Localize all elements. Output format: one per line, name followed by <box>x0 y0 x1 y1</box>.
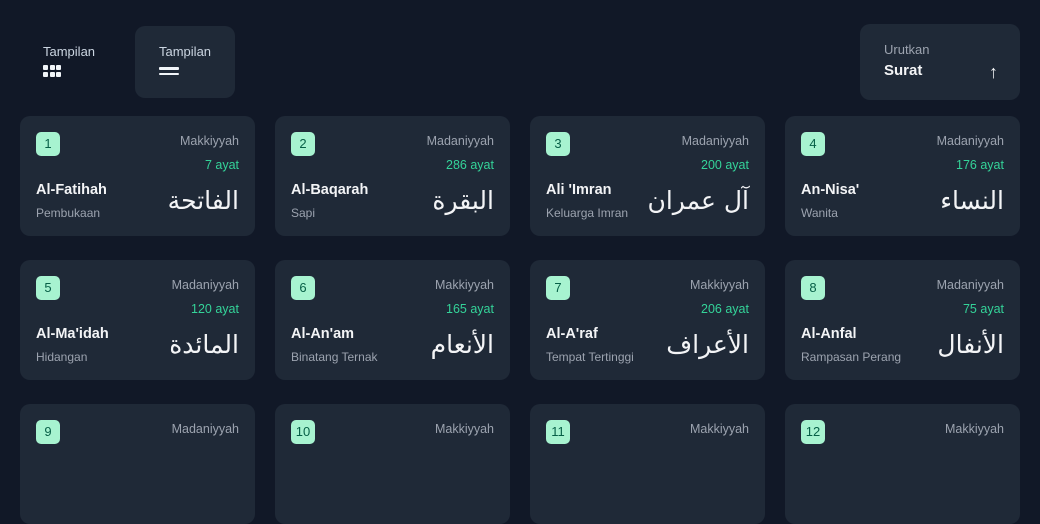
surah-number-badge: 10 <box>291 420 315 444</box>
surah-card[interactable]: 4 Madaniyyah 176 ayat An-Nisa' Wanita النساء <box>785 116 1020 236</box>
revelation-place: Makkiyyah <box>434 422 494 436</box>
surah-number-badge: 8 <box>801 276 825 300</box>
revelation-place: Makkiyyah <box>689 278 749 292</box>
surah-card[interactable]: 2 Madaniyyah 286 ayat Al-Baqarah Sapi البقرة <box>275 116 510 236</box>
revelation-place: Makkiyyah <box>179 134 239 148</box>
surah-meaning: Pembukaan <box>36 206 101 220</box>
surah-card[interactable]: 11 Makkiyyah <box>530 404 765 524</box>
ayat-count: 120 ayat <box>191 302 239 316</box>
surah-arabic-name: الفاتحة <box>167 186 239 215</box>
surah-number-badge: 2 <box>291 132 315 156</box>
surah-meaning: Sapi <box>291 206 316 220</box>
surah-number-badge: 12 <box>801 420 825 444</box>
surah-number-badge: 7 <box>546 276 570 300</box>
surah-grid: 1 Makkiyyah 7 ayat Al-Fatihah Pembukaan الفات… <box>20 116 1020 524</box>
surah-arabic-name: الأنفال <box>937 330 1004 359</box>
sort-label: Urutkan <box>884 42 930 57</box>
surah-card[interactable]: 9 Madaniyyah <box>20 404 255 524</box>
revelation-place: Makkiyyah <box>944 422 1004 436</box>
revelation-place: Madaniyyah <box>936 134 1004 148</box>
ayat-count: 165 ayat <box>446 302 494 316</box>
view-grid-label: Tampilan <box>43 44 96 59</box>
view-grid-button[interactable]: Tampilan <box>19 26 119 98</box>
surah-meaning: Tempat Tertinggi <box>546 350 634 364</box>
revelation-place: Madaniyyah <box>171 422 239 436</box>
surah-meaning: Hidangan <box>36 350 88 364</box>
surah-meaning: Keluarga Imran <box>546 206 629 220</box>
ayat-count: 200 ayat <box>701 158 749 172</box>
sort-button[interactable]: Urutkan Surat ↑ <box>860 24 1020 100</box>
ayat-count: 75 ayat <box>962 302 1004 316</box>
surah-name: Al-Ma'idah <box>36 326 109 342</box>
surah-card[interactable]: 5 Madaniyyah 120 ayat Al-Ma'idah Hidangan الم… <box>20 260 255 380</box>
surah-number-badge: 11 <box>546 420 570 444</box>
surah-number-badge: 6 <box>291 276 315 300</box>
surah-name: Al-A'raf <box>546 326 598 342</box>
arrow-up-icon: ↑ <box>989 62 998 82</box>
surah-card[interactable]: 3 Madaniyyah 200 ayat Ali 'Imran Keluarga Im… <box>530 116 765 236</box>
list-icon <box>159 67 179 75</box>
surah-name: Ali 'Imran <box>546 182 612 198</box>
revelation-place: Madaniyyah <box>936 278 1004 292</box>
revelation-place: Madaniyyah <box>681 134 749 148</box>
surah-name: Al-Anfal <box>801 326 857 342</box>
surah-number-badge: 3 <box>546 132 570 156</box>
revelation-place: Makkiyyah <box>434 278 494 292</box>
revelation-place: Makkiyyah <box>689 422 749 436</box>
surah-number-badge: 9 <box>36 420 60 444</box>
surah-number-badge: 1 <box>36 132 60 156</box>
surah-card[interactable]: 10 Makkiyyah <box>275 404 510 524</box>
view-list-button[interactable]: Tampilan <box>135 26 235 98</box>
surah-name: Al-Baqarah <box>291 182 369 198</box>
ayat-count: 286 ayat <box>446 158 494 172</box>
surah-card[interactable]: 6 Makkiyyah 165 ayat Al-An'am Binatang Terna… <box>275 260 510 380</box>
surah-arabic-name: آل عمران <box>647 186 749 215</box>
ayat-count: 206 ayat <box>701 302 749 316</box>
surah-meaning: Binatang Ternak <box>291 350 378 364</box>
surah-arabic-name: الأعراف <box>666 330 749 359</box>
surah-card[interactable]: 1 Makkiyyah 7 ayat Al-Fatihah Pembukaan الفات… <box>20 116 255 236</box>
surah-card[interactable]: 7 Makkiyyah 206 ayat Al-A'raf Tempat Terting… <box>530 260 765 380</box>
surah-number-badge: 5 <box>36 276 60 300</box>
grid-icon <box>43 65 61 77</box>
surah-name: Al-An'am <box>291 326 355 342</box>
revelation-place: Madaniyyah <box>171 278 239 292</box>
revelation-place: Madaniyyah <box>426 134 494 148</box>
surah-name: Al-Fatihah <box>36 182 107 198</box>
ayat-count: 7 ayat <box>204 158 239 172</box>
surah-arabic-name: النساء <box>940 186 1004 215</box>
surah-arabic-name: الأنعام <box>430 330 494 359</box>
surah-card[interactable]: 12 Makkiyyah <box>785 404 1020 524</box>
surah-meaning: Wanita <box>801 206 838 220</box>
view-list-label: Tampilan <box>159 44 212 59</box>
surah-arabic-name: البقرة <box>432 186 494 215</box>
surah-name: An-Nisa' <box>801 182 860 198</box>
toolbar: Tampilan Tampilan Urutkan Surat ↑ <box>0 0 1040 110</box>
surah-card[interactable]: 8 Madaniyyah 75 ayat Al-Anfal Rampasan Peran… <box>785 260 1020 380</box>
surah-arabic-name: المائدة <box>169 330 239 359</box>
sort-value: Surat <box>884 62 923 79</box>
ayat-count: 176 ayat <box>956 158 1004 172</box>
surah-meaning: Rampasan Perang <box>801 350 902 364</box>
surah-number-badge: 4 <box>801 132 825 156</box>
